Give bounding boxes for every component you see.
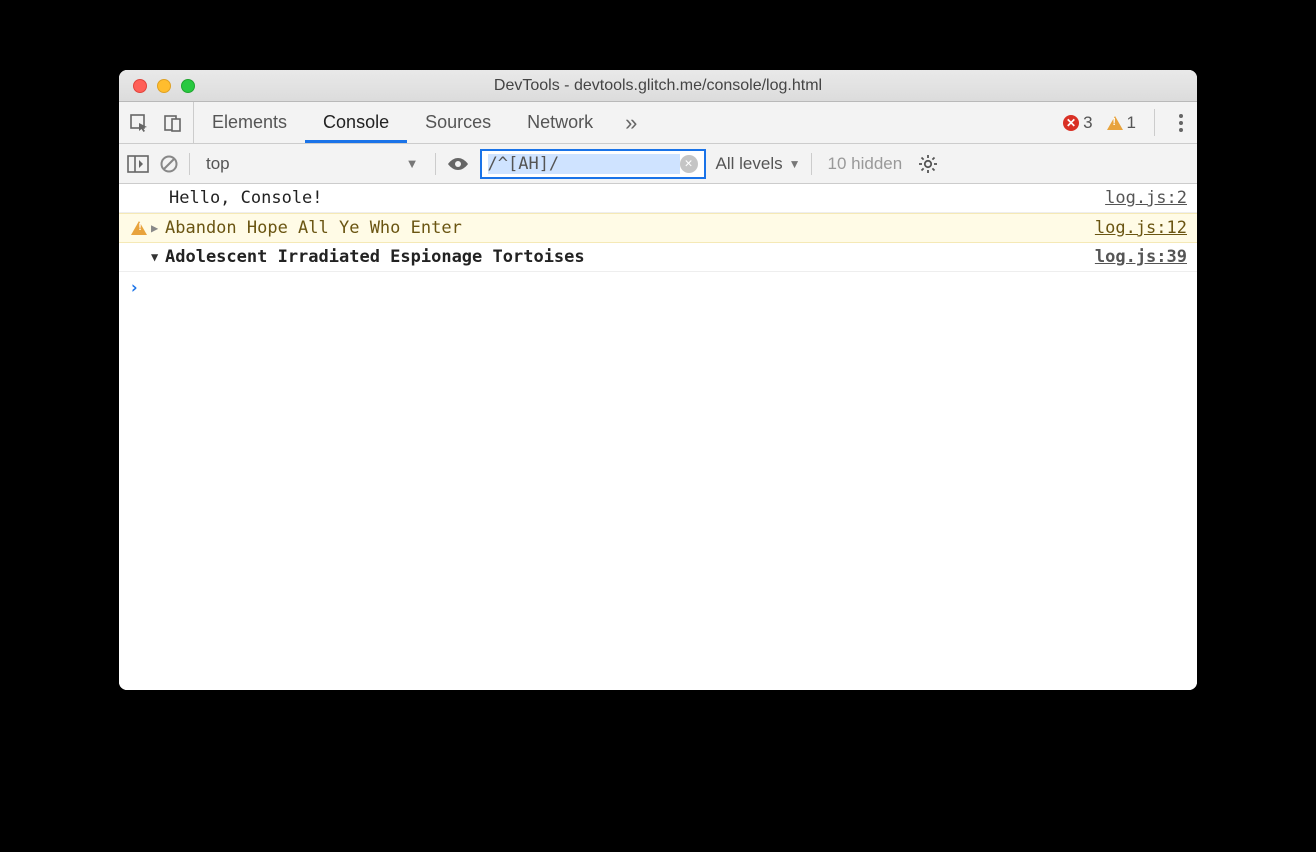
log-levels-selector[interactable]: All levels ▼ [716,154,801,174]
source-link[interactable]: log.js:12 [1095,218,1187,238]
row-gutter [127,221,151,235]
levels-label: All levels [716,154,783,174]
filter-value: /^[AH]/ [488,154,680,174]
clear-console-icon[interactable] [159,154,179,174]
divider [435,153,436,175]
error-icon: ✕ [1063,115,1079,131]
tab-elements[interactable]: Elements [194,102,305,143]
close-window-button[interactable] [133,79,147,93]
more-tabs-button[interactable]: » [611,110,651,136]
source-link[interactable]: log.js:2 [1105,188,1187,208]
divider [1154,109,1155,136]
console-row-warning[interactable]: ▶ Abandon Hope All Ye Who Enter log.js:1… [119,213,1197,243]
warning-icon [131,221,147,235]
window-controls [119,79,195,93]
panel-tabs: Elements Console Sources Network » [194,102,651,143]
log-message: Abandon Hope All Ye Who Enter [165,218,1095,238]
inspect-tools [119,102,194,143]
context-label: top [206,154,230,174]
live-expression-icon[interactable] [446,156,470,172]
disclosure-triangle-icon[interactable]: ▶ [151,221,165,235]
log-message: Hello, Console! [151,188,1105,208]
console-row-group[interactable]: ▼ Adolescent Irradiated Espionage Tortoi… [119,243,1197,272]
clear-filter-icon[interactable]: ✕ [680,155,698,173]
source-link[interactable]: log.js:39 [1095,247,1187,267]
devtools-window: DevTools - devtools.glitch.me/console/lo… [119,70,1197,690]
warning-count: 1 [1127,113,1136,133]
maximize-window-button[interactable] [181,79,195,93]
panel-tabbar: Elements Console Sources Network » ✕ 3 1 [119,102,1197,144]
console-sidebar-toggle-icon[interactable] [127,154,149,174]
error-count: 3 [1083,113,1092,133]
minimize-window-button[interactable] [157,79,171,93]
warning-icon [1107,116,1123,130]
tab-network[interactable]: Network [509,102,611,143]
divider [189,153,190,175]
disclosure-triangle-icon[interactable]: ▼ [151,250,165,264]
console-toolbar: top ▼ /^[AH]/ ✕ All levels ▼ 10 hidden [119,144,1197,184]
device-toolbar-icon[interactable] [163,113,183,133]
console-output: Hello, Console! log.js:2 ▶ Abandon Hope … [119,184,1197,690]
console-prompt[interactable]: › [119,272,1197,304]
execution-context-selector[interactable]: top ▼ [200,154,425,174]
console-settings-icon[interactable] [918,154,938,174]
divider [811,153,812,175]
inspect-element-icon[interactable] [129,113,149,133]
filter-input[interactable]: /^[AH]/ ✕ [480,149,706,179]
prompt-chevron-icon: › [129,278,139,298]
tab-sources[interactable]: Sources [407,102,509,143]
console-row-log[interactable]: Hello, Console! log.js:2 [119,184,1197,213]
chevron-down-icon: ▼ [406,156,419,171]
tab-console[interactable]: Console [305,102,407,143]
hidden-messages-count[interactable]: 10 hidden [822,154,909,174]
window-title: DevTools - devtools.glitch.me/console/lo… [119,77,1197,95]
chevron-down-icon: ▼ [789,157,801,171]
log-message: Adolescent Irradiated Espionage Tortoise… [165,247,1095,267]
settings-menu-button[interactable] [1165,114,1197,132]
titlebar: DevTools - devtools.glitch.me/console/lo… [119,70,1197,102]
issue-counts[interactable]: ✕ 3 1 [1063,113,1144,133]
